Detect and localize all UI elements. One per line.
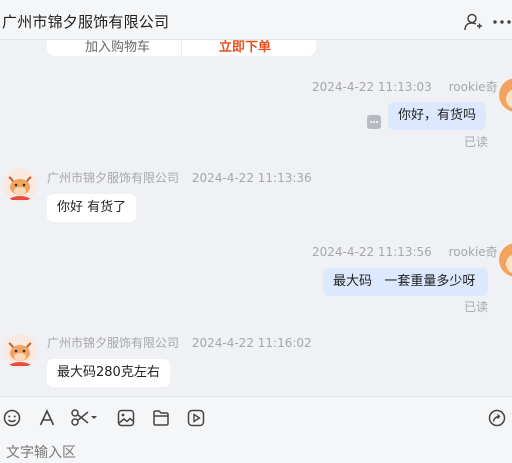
- message-bubble[interactable]: 最大码 一套重量多少呀: [323, 268, 488, 296]
- message-sender: rookie奇: [448, 80, 498, 94]
- emoji-icon[interactable]: [2, 408, 22, 428]
- message-menu-icon[interactable]: [367, 115, 381, 129]
- more-options-icon[interactable]: [492, 12, 512, 32]
- message-text: 最大码 一套重量多少呀: [333, 274, 476, 289]
- avatar[interactable]: [3, 334, 37, 368]
- message-sender: rookie奇: [448, 245, 498, 259]
- input-placeholder: 文字输入区: [6, 445, 76, 461]
- read-status: 已读: [464, 300, 489, 314]
- add-user-icon[interactable]: [463, 12, 483, 32]
- chat-message-area[interactable]: 加入购物车 立即下单 2024-4-22 11:13:03 rookie奇 你好…: [0, 0, 512, 396]
- avatar[interactable]: [499, 243, 512, 277]
- message-bubble[interactable]: 你好，有货吗: [388, 102, 487, 130]
- message-time: 2024-4-22 11:16:02: [191, 336, 312, 350]
- video-icon[interactable]: [186, 408, 206, 428]
- message-meta: 广州市锦夕服饰有限公司 2024-4-22 11:13:36: [47, 169, 312, 186]
- message-bubble[interactable]: 最大码280克左右: [47, 359, 170, 387]
- avatar[interactable]: [3, 168, 37, 202]
- read-status: 已读: [464, 135, 489, 149]
- scissors-icon[interactable]: [70, 408, 100, 428]
- file-icon[interactable]: [151, 408, 171, 428]
- input-toolbar: [0, 396, 512, 436]
- message-time: 2024-4-22 11:13:56: [312, 245, 432, 259]
- image-icon[interactable]: [116, 408, 136, 428]
- chat-title: 广州市锦夕服饰有限公司: [2, 13, 170, 31]
- message-meta: 广州市锦夕服饰有限公司 2024-4-22 11:16:02: [47, 334, 312, 351]
- font-icon[interactable]: [37, 408, 57, 428]
- message-input[interactable]: 文字输入区: [0, 436, 512, 463]
- chat-header: 广州市锦夕服饰有限公司: [0, 0, 512, 40]
- message-bubble[interactable]: 你好 有货了: [47, 194, 137, 222]
- message-meta: 2024-4-22 11:13:03 rookie奇: [312, 78, 498, 95]
- message-time: 2024-4-22 11:13:03: [312, 80, 432, 94]
- avatar[interactable]: [499, 78, 512, 112]
- message-sender: 广州市锦夕服饰有限公司: [47, 336, 180, 350]
- share-icon[interactable]: [487, 408, 507, 428]
- message-sender: 广州市锦夕服饰有限公司: [47, 171, 180, 185]
- message-meta: 2024-4-22 11:13:56 rookie奇: [312, 243, 498, 260]
- message-time: 2024-4-22 11:13:36: [191, 171, 312, 185]
